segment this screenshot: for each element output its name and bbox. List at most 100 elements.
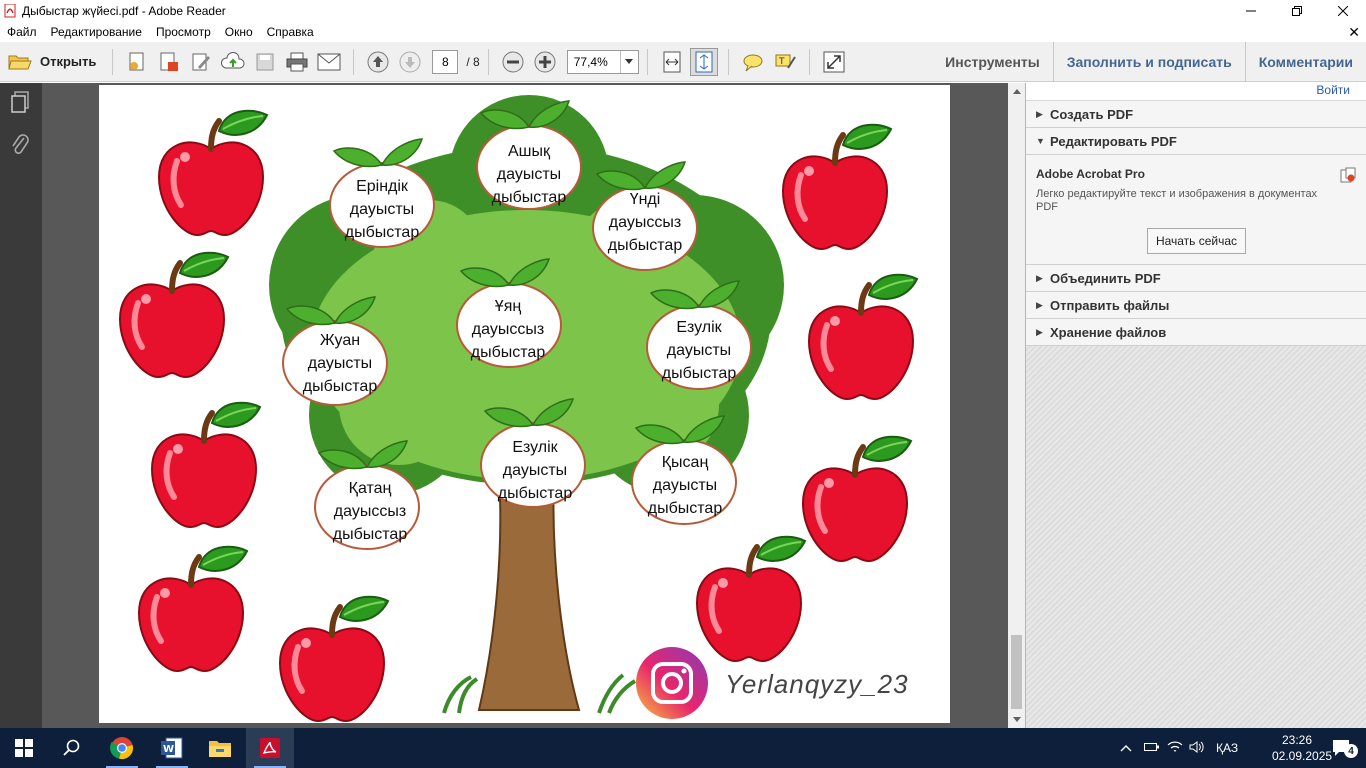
word-icon: W: [161, 737, 183, 759]
zoom-in-button[interactable]: [531, 48, 559, 76]
clock-date: 02.09.2025: [1272, 749, 1333, 763]
toolbar-separator: [808, 48, 810, 75]
edit-button[interactable]: [187, 48, 215, 76]
leaf-label: Ашық дауысты дыбыстар: [491, 143, 567, 206]
svg-text:W: W: [163, 744, 174, 755]
upload-button[interactable]: [219, 48, 247, 76]
login-link[interactable]: Войти: [1316, 83, 1350, 97]
section-store-files[interactable]: ▶ Хранение файлов: [1026, 319, 1366, 346]
menu-view[interactable]: Просмотр: [149, 25, 218, 39]
highlight-button[interactable]: T: [771, 48, 799, 76]
toolbar-separator: [353, 48, 355, 75]
pdf-convert-icon: [160, 52, 179, 71]
windows-logo-icon: [15, 739, 33, 757]
document-close-icon[interactable]: ✕: [1348, 25, 1360, 39]
chevron-down-icon[interactable]: [619, 50, 638, 73]
leaf-label: Еріндік дауысты дыбыстар: [344, 178, 420, 241]
svg-text:T: T: [778, 57, 785, 67]
word-taskbar-button[interactable]: W: [148, 728, 196, 768]
tab-fill-sign[interactable]: Заполнить и подписать: [1052, 42, 1245, 82]
section-send-files[interactable]: ▶ Отправить файлы: [1026, 292, 1366, 319]
toolbar-separator: [646, 48, 648, 75]
pdf-page: Еріндік дауысты дыбыстар Ашық дауысты дыбыст…: [99, 85, 950, 723]
toolbar: Открыть 8 / 8 77,4% T Инструменты Заполн…: [0, 42, 1366, 82]
explorer-taskbar-button[interactable]: [196, 728, 244, 768]
save-button[interactable]: [251, 48, 279, 76]
notifications-button[interactable]: 4: [1318, 728, 1366, 768]
menu-help[interactable]: Справка: [260, 25, 321, 39]
product-name: Adobe Acrobat Pro: [1036, 167, 1145, 181]
maximize-button[interactable]: [1274, 0, 1320, 22]
menu-window[interactable]: Окно: [218, 25, 260, 39]
system-clock[interactable]: 23:26 02.09.2025: [1272, 732, 1333, 764]
page-number-input[interactable]: 8: [432, 49, 459, 74]
triangle-down-icon: ▼: [1036, 136, 1045, 146]
triangle-right-icon: ▶: [1036, 299, 1043, 310]
document-viewport[interactable]: Еріндік дауысты дыбыстар Ашық дауысты дыбыст…: [42, 83, 1008, 728]
fullscreen-button[interactable]: [820, 48, 848, 76]
search-icon: [63, 739, 80, 756]
close-icon: [1338, 6, 1348, 16]
create-pdf-button[interactable]: [123, 48, 151, 76]
leaf-label: Қысаң дауысты дыбыстар: [647, 454, 723, 517]
close-button[interactable]: [1320, 0, 1366, 22]
volume-icon[interactable]: [1186, 740, 1208, 756]
input-language[interactable]: ҚАЗ: [1216, 741, 1238, 755]
scroll-up-icon[interactable]: [1008, 83, 1025, 100]
tab-tools[interactable]: Инструменты: [932, 42, 1053, 82]
edit-pencil-icon: [192, 53, 211, 70]
minimize-icon: [1246, 10, 1256, 12]
chevron-up-icon[interactable]: [1118, 741, 1134, 755]
vertical-scrollbar[interactable]: [1008, 83, 1025, 728]
battery-icon[interactable]: [1140, 741, 1164, 755]
scroll-down-icon[interactable]: [1008, 711, 1025, 728]
menu-edit[interactable]: Редактирование: [44, 25, 149, 39]
tab-comments[interactable]: Комментарии: [1244, 42, 1366, 82]
section-combine-pdf[interactable]: ▶ Объединить PDF: [1026, 265, 1366, 292]
tools-panel: Войти ▶ Создать PDF ▼ Редактировать PDF …: [1025, 83, 1366, 728]
restore-icon: [1292, 6, 1302, 16]
leaf-label: Езулік дауысты дыбыстар: [497, 439, 573, 502]
start-now-button[interactable]: Начать сейчас: [1147, 228, 1246, 254]
pages-panel-button[interactable]: [8, 89, 32, 115]
wifi-icon[interactable]: [1164, 741, 1186, 756]
leaf-label: Қатаң дауыссыз дыбыстар: [332, 480, 408, 543]
create-pdf-icon: [129, 52, 144, 70]
toolbar-separator: [487, 48, 489, 75]
left-navigation-pane: [0, 83, 42, 728]
minimize-button[interactable]: [1228, 0, 1274, 22]
adobe-reader-taskbar-button[interactable]: [246, 728, 294, 768]
title-bar: Дыбыстар жүйесі.pdf - Adobe Reader: [0, 0, 1366, 22]
attachments-panel-button[interactable]: [8, 131, 32, 157]
folder-open-icon: [8, 55, 32, 69]
fit-page-button[interactable]: [689, 47, 718, 76]
triangle-right-icon: ▶: [1036, 272, 1043, 283]
taskbar: W ҚАЗ 23:26 02.09.2025 4: [0, 728, 1366, 768]
chrome-taskbar-button[interactable]: [98, 728, 146, 768]
convert-pdf-button[interactable]: [155, 48, 183, 76]
chrome-icon: [110, 737, 133, 759]
menu-file[interactable]: Файл: [0, 25, 44, 39]
print-button[interactable]: [283, 48, 311, 76]
zoom-select[interactable]: 77,4%: [566, 49, 639, 74]
envelope-icon: [317, 53, 341, 70]
plus-circle-icon: [534, 51, 556, 72]
section-edit-pdf[interactable]: ▼ Редактировать PDF: [1026, 128, 1366, 155]
clock-time: 23:26: [1281, 733, 1313, 747]
product-description: Легко редактируйте текст и изображения в…: [1036, 188, 1318, 213]
comment-button[interactable]: [739, 48, 767, 76]
open-button[interactable]: Открыть: [0, 48, 104, 76]
search-button[interactable]: [48, 728, 96, 768]
email-button[interactable]: [315, 48, 343, 76]
zoom-out-button[interactable]: [499, 48, 527, 76]
section-create-pdf[interactable]: ▶ Создать PDF: [1026, 101, 1366, 128]
next-page-button[interactable]: [396, 48, 424, 76]
cloud-upload-icon: [221, 51, 245, 68]
leaf-label: Ұяң дауыссыз дыбыстар: [470, 298, 546, 361]
prev-page-button[interactable]: [364, 48, 392, 76]
instagram-icon: [636, 647, 708, 719]
start-button[interactable]: [0, 728, 48, 768]
scroll-thumb[interactable]: [1011, 635, 1022, 709]
fit-width-button[interactable]: [658, 48, 686, 76]
system-tray: ҚАЗ: [1118, 728, 1238, 768]
